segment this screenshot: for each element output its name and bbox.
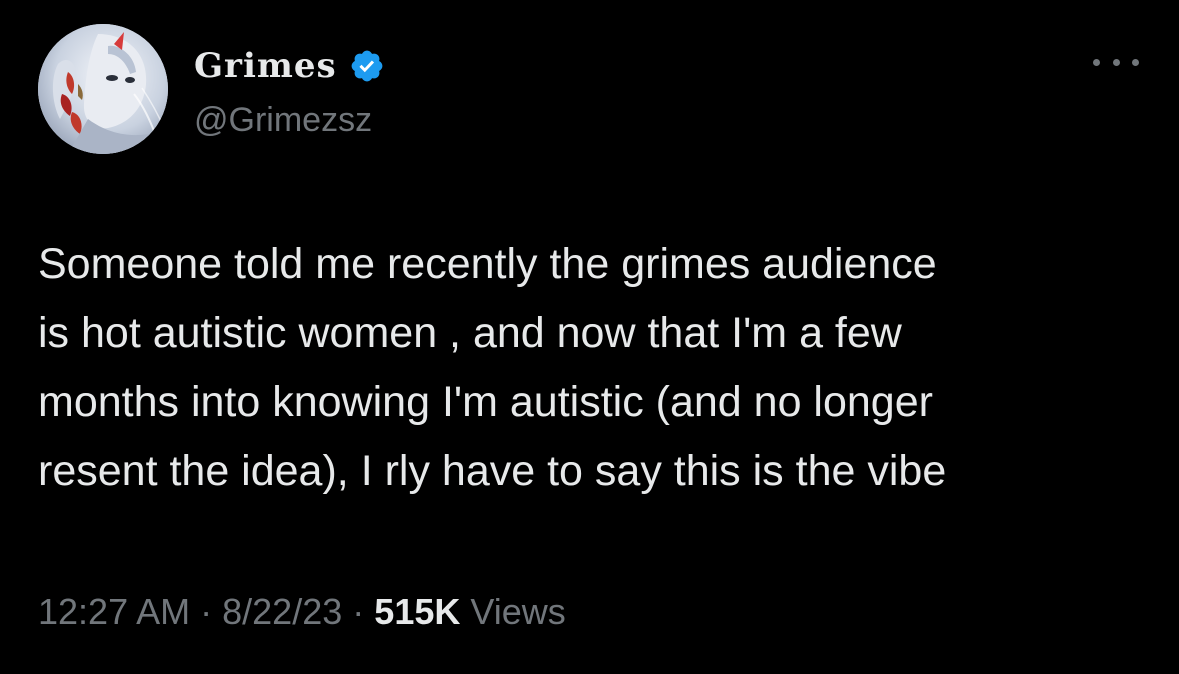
tweet-text: Someone told me recently the grimes audi… bbox=[38, 240, 947, 495]
avatar-image bbox=[38, 24, 168, 154]
more-dot bbox=[1112, 58, 1120, 66]
tweet-meta: 12:27 AM · 8/22/23 · 515K Views bbox=[38, 588, 566, 636]
separator-dot: · bbox=[352, 591, 365, 632]
author-name-row: Grimes bbox=[194, 44, 385, 88]
verified-badge-icon[interactable] bbox=[349, 48, 385, 84]
views-count[interactable]: 515K bbox=[374, 591, 460, 632]
avatar[interactable] bbox=[38, 24, 168, 154]
views-label: Views bbox=[470, 591, 566, 632]
more-dot bbox=[1132, 58, 1139, 66]
more-dot bbox=[1093, 58, 1100, 66]
tweet-time[interactable]: 12:27 AM bbox=[38, 591, 190, 632]
author-display-name[interactable]: Grimes bbox=[194, 44, 337, 88]
meta-separator: · bbox=[200, 591, 222, 632]
author-handle[interactable]: @Grimezsz bbox=[194, 98, 372, 142]
meta-separator: · bbox=[352, 591, 374, 632]
separator-dot: · bbox=[200, 591, 213, 632]
more-options-icon[interactable] bbox=[1093, 52, 1139, 72]
tweet-date[interactable]: 8/22/23 bbox=[222, 591, 342, 632]
